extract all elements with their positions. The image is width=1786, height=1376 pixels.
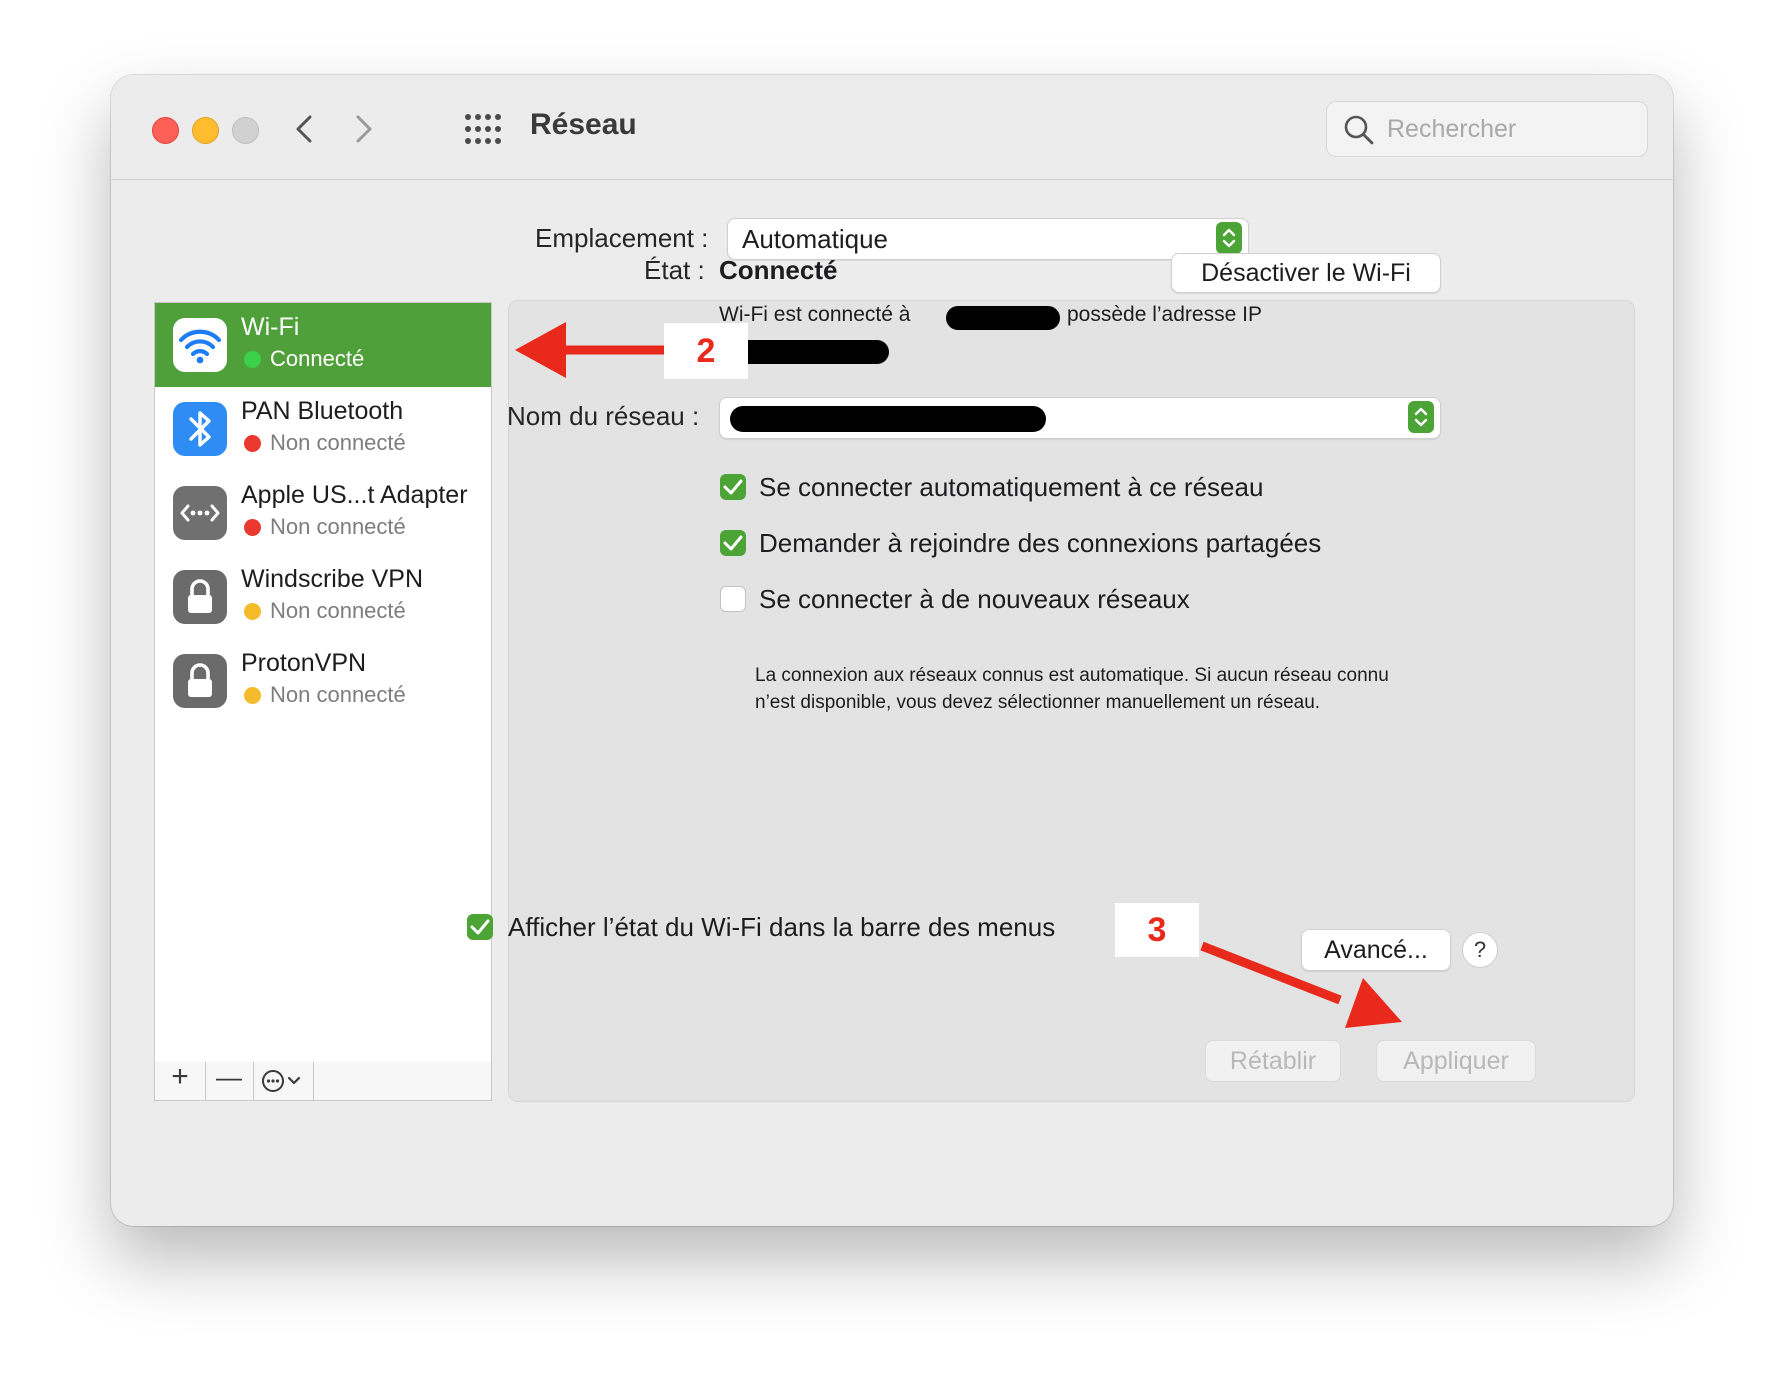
arrow-step-3-shaft — [1200, 941, 1342, 1005]
arrow-step-3-head — [1345, 978, 1402, 1028]
annotation-step-2: 2 — [664, 323, 748, 379]
arrow-step-2-head — [515, 322, 566, 378]
annotation-step-3: 3 — [1115, 903, 1199, 957]
annotation-arrows — [515, 322, 1402, 1028]
